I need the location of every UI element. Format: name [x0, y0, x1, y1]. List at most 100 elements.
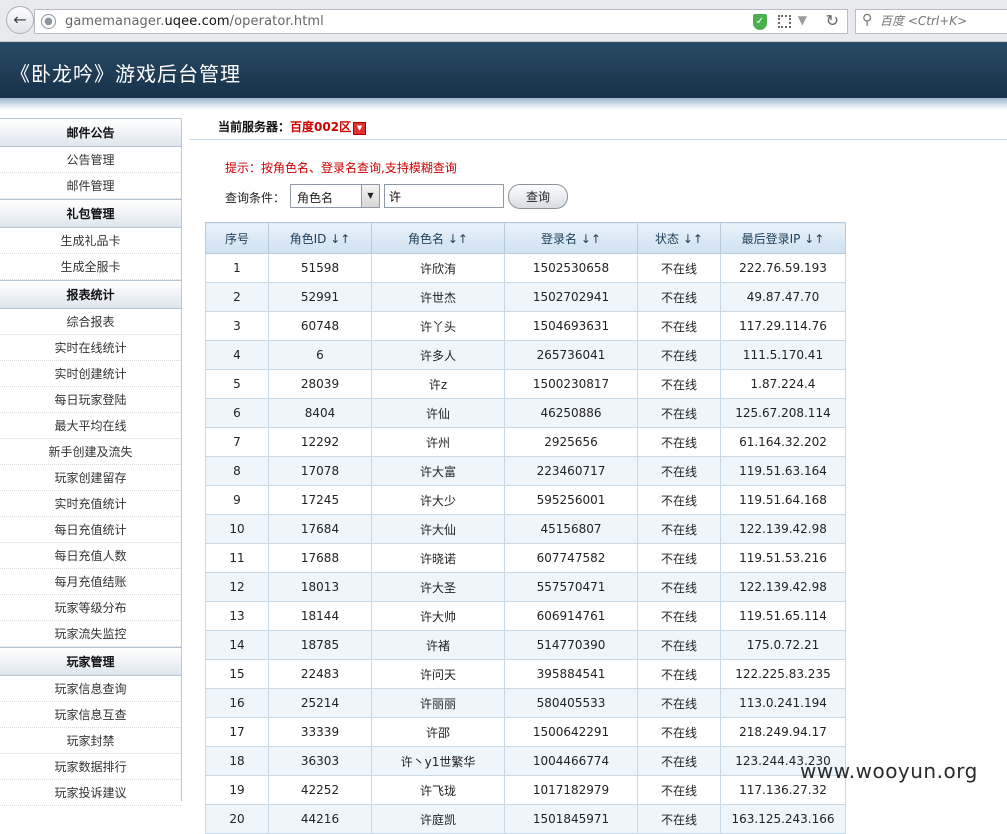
table-row: 12 18013 许大圣 557570471 不在线 122.139.42.98: [205, 572, 846, 602]
sidebar-item[interactable]: 每日充值统计: [0, 517, 181, 543]
sidebar-item[interactable]: 新手创建及流失: [0, 439, 181, 465]
status-cell: 不在线: [637, 311, 721, 341]
results-table: 序号 角色ID ↓↑ 角色名 ↓↑ 登录名 ↓↑ 状态 ↓↑ 最后登录IP ↓↑ 1 515…: [205, 222, 846, 834]
role-id-cell: 44216: [268, 804, 372, 834]
qr-code-icon[interactable]: [778, 15, 791, 28]
sidebar-item[interactable]: 实时在线统计: [0, 335, 181, 361]
role-id-cell: 52991: [268, 282, 372, 312]
role-name-cell: 许问天: [371, 659, 505, 689]
status-cell: 不在线: [637, 485, 721, 515]
browser-toolbar: ← ● gamemanager.uqee.com/operator.html ✓…: [0, 0, 1007, 42]
last-login-ip-cell: 1.87.224.4: [720, 369, 846, 399]
status-cell: 不在线: [637, 775, 721, 805]
last-login-ip-cell: 117.29.114.76: [720, 311, 846, 341]
role-name-cell: 许丽丽: [371, 688, 505, 718]
last-login-ip-cell: 222.76.59.193: [720, 253, 846, 283]
sidebar-item[interactable]: 玩家等级分布: [0, 595, 181, 621]
url-text[interactable]: gamemanager.uqee.com/operator.html: [65, 14, 324, 29]
sidebar-item[interactable]: 综合报表: [0, 309, 181, 335]
row-index-cell: 10: [205, 514, 269, 544]
sidebar-item[interactable]: 玩家信息互查: [0, 702, 181, 728]
query-field-select[interactable]: 角色名 ▼: [290, 184, 380, 208]
server-name[interactable]: 百度002区: [290, 120, 351, 134]
column-header[interactable]: 角色名 ↓↑: [371, 222, 505, 254]
status-cell: 不在线: [637, 253, 721, 283]
status-cell: 不在线: [637, 456, 721, 486]
row-index-cell: 15: [205, 659, 269, 689]
shield-icon[interactable]: ✓: [753, 14, 767, 30]
last-login-ip-cell: 125.67.208.114: [720, 398, 846, 428]
table-row: 15 22483 许问天 395884541 不在线 122.225.83.235: [205, 659, 846, 689]
sidebar-item[interactable]: 玩家数据排行: [0, 754, 181, 780]
sidebar-section-header[interactable]: 报表统计: [0, 280, 181, 309]
login-name-cell: 606914761: [504, 601, 638, 631]
last-login-ip-cell: 119.51.65.114: [720, 601, 846, 631]
login-name-cell: 1502702941: [504, 282, 638, 312]
role-name-cell: 许褚: [371, 630, 505, 660]
sidebar-item[interactable]: 生成礼品卡: [0, 228, 181, 254]
last-login-ip-cell: 163.125.243.166: [720, 804, 846, 834]
sidebar-item[interactable]: 实时充值统计: [0, 491, 181, 517]
sidebar-section-header[interactable]: 邮件公告: [0, 118, 181, 147]
sidebar-item[interactable]: 生成全服卡: [0, 254, 181, 280]
sidebar-item[interactable]: 最大平均在线: [0, 413, 181, 439]
sidebar-item[interactable]: 玩家创建留存: [0, 465, 181, 491]
role-name-cell: 许飞珑: [371, 775, 505, 805]
sidebar-item[interactable]: 每月充值结账: [0, 569, 181, 595]
browser-search-input[interactable]: [880, 12, 1007, 30]
app-header: 《卧龙吟》游戏后台管理: [0, 42, 1007, 98]
column-header[interactable]: 角色ID ↓↑: [268, 222, 372, 254]
status-cell: 不在线: [637, 543, 721, 573]
address-bar[interactable]: ● gamemanager.uqee.com/operator.html ✓ ▼…: [34, 9, 848, 34]
sidebar-item[interactable]: 玩家投诉建议: [0, 780, 181, 806]
query-input[interactable]: [384, 184, 504, 208]
row-index-cell: 20: [205, 804, 269, 834]
sidebar-section-header[interactable]: 玩家管理: [0, 647, 181, 676]
role-id-cell: 17245: [268, 485, 372, 515]
column-header[interactable]: 登录名 ↓↑: [504, 222, 638, 254]
row-index-cell: 8: [205, 456, 269, 486]
login-name-cell: 607747582: [504, 543, 638, 573]
table-row: 8 17078 许大富 223460717 不在线 119.51.63.164: [205, 456, 846, 486]
browser-search-box[interactable]: ⚲: [855, 9, 1007, 34]
row-index-cell: 1: [205, 253, 269, 283]
login-name-cell: 45156807: [504, 514, 638, 544]
sidebar-item[interactable]: 玩家信息查询: [0, 676, 181, 702]
last-login-ip-cell: 119.51.64.168: [720, 485, 846, 515]
table-row: 11 17688 许晓诺 607747582 不在线 119.51.53.216: [205, 543, 846, 573]
refresh-icon[interactable]: ↻: [826, 11, 839, 30]
query-button[interactable]: 查询: [508, 184, 568, 209]
dropdown-arrow-icon[interactable]: ▼: [361, 185, 379, 207]
status-cell: 不在线: [637, 282, 721, 312]
sidebar-item[interactable]: 每日充值人数: [0, 543, 181, 569]
role-id-cell: 17684: [268, 514, 372, 544]
sidebar-item[interactable]: 玩家流失监控: [0, 621, 181, 647]
table-row: 5 28039 许z 1500230817 不在线 1.87.224.4: [205, 369, 846, 399]
search-icon: ⚲: [862, 12, 873, 28]
sidebar-item[interactable]: 邮件管理: [0, 173, 181, 199]
table-header-row: 序号 角色ID ↓↑ 角色名 ↓↑ 登录名 ↓↑ 状态 ↓↑ 最后登录IP ↓↑: [205, 222, 846, 254]
login-name-cell: 46250886: [504, 398, 638, 428]
column-header[interactable]: 最后登录IP ↓↑: [720, 222, 846, 254]
server-label: 当前服务器：: [218, 120, 291, 134]
last-login-ip-cell: 113.0.241.194: [720, 688, 846, 718]
back-arrow-icon[interactable]: ←: [6, 6, 34, 34]
chevron-down-icon[interactable]: ▼: [798, 13, 807, 27]
role-name-cell: 许大富: [371, 456, 505, 486]
login-name-cell: 595256001: [504, 485, 638, 515]
table-row: 14 18785 许褚 514770390 不在线 175.0.72.21: [205, 630, 846, 660]
sidebar-nav: 邮件公告 公告管理 邮件管理 礼包管理 生成礼品卡 生成全服卡 报表统计 综合报表 实时在线统计…: [0, 118, 182, 806]
sidebar-item[interactable]: 玩家封禁: [0, 728, 181, 754]
sidebar-section-header[interactable]: 礼包管理: [0, 199, 181, 228]
server-dropdown-icon[interactable]: ▼: [353, 122, 367, 135]
app-title: 《卧龙吟》游戏后台管理: [10, 62, 241, 86]
sidebar-item[interactable]: 每日玩家登陆: [0, 387, 181, 413]
role-id-cell: 51598: [268, 253, 372, 283]
sidebar-item[interactable]: 实时创建统计: [0, 361, 181, 387]
column-header[interactable]: 状态 ↓↑: [637, 222, 721, 254]
row-index-cell: 9: [205, 485, 269, 515]
row-index-cell: 13: [205, 601, 269, 631]
sidebar-item[interactable]: 公告管理: [0, 147, 181, 173]
status-cell: 不在线: [637, 427, 721, 457]
row-index-cell: 16: [205, 688, 269, 718]
